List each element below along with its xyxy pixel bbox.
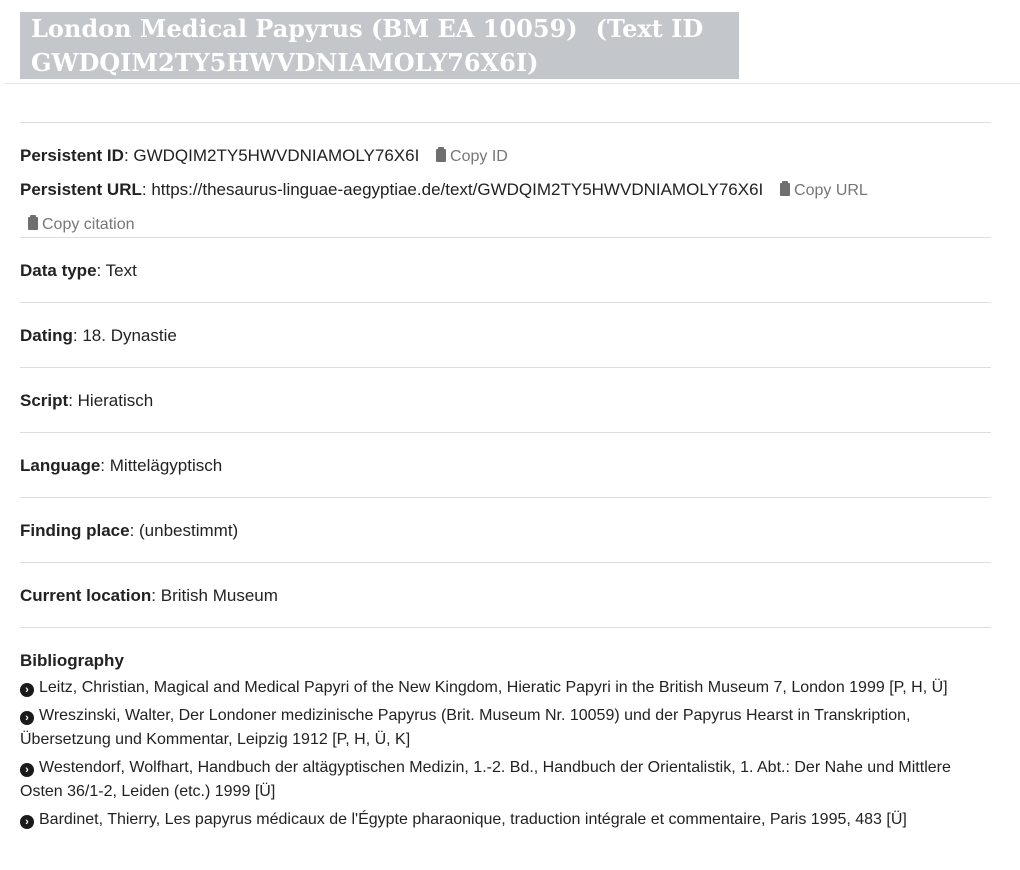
field-label: Dating <box>20 326 73 345</box>
field-dating: Dating: 18. Dynastie <box>20 302 991 367</box>
bibliography-text: Wreszinski, Walter, Der Londoner medizin… <box>20 707 911 748</box>
bibliography-title: Bibliography <box>20 651 124 670</box>
bibliography-item[interactable]: › Westendorf, Wolfhart, Handbuch der altä… <box>20 756 991 804</box>
bibliography-text: Westendorf, Wolfhart, Handbuch der altäg… <box>20 759 951 800</box>
clipboard-icon <box>436 147 447 162</box>
persistent-id-row: Persistent ID: GWDQIM2TY5HWVDNIAMOLY76X6… <box>20 146 508 165</box>
bibliography-text: Leitz, Christian, Magical and Medical Pa… <box>39 679 948 696</box>
persistent-url-value: https://thesaurus-linguae-aegyptiae.de/t… <box>151 180 764 199</box>
bibliography-item[interactable]: › Bardinet, Thierry, Les papyrus médicaux… <box>20 808 991 832</box>
identifier-section: Persistent ID: GWDQIM2TY5HWVDNIAMOLY76X6… <box>20 123 991 237</box>
field-value: 18. Dynastie <box>82 326 177 345</box>
copy-id-button[interactable]: Copy ID <box>436 147 508 165</box>
field-value: Mittelägyptisch <box>109 456 223 475</box>
title-text: London Medical Papyrus (BM EA 10059) <box>31 14 578 43</box>
copy-url-button[interactable]: Copy URL <box>780 181 868 199</box>
metadata-panel: Persistent ID: GWDQIM2TY5HWVDNIAMOLY76X6… <box>20 122 991 836</box>
field-label: Finding place <box>20 521 130 540</box>
persistent-id-value: GWDQIM2TY5HWVDNIAMOLY76X6I <box>133 146 420 165</box>
field-value: Text <box>105 261 137 280</box>
field-finding-place: Finding place: (unbestimmt) <box>20 497 991 562</box>
copy-citation-label: Copy citation <box>42 216 135 233</box>
bibliography-section: Bibliography › Leitz, Christian, Magical … <box>20 627 991 832</box>
arrow-circle-right-icon: › <box>20 763 34 777</box>
persistent-url-row: Persistent URL: https://thesaurus-lingua… <box>20 180 868 199</box>
bibliography-list: › Leitz, Christian, Magical and Medical P… <box>20 676 991 832</box>
bibliography-text: Bardinet, Thierry, Les papyrus médicaux … <box>39 811 907 828</box>
field-data-type: Data type: Text <box>20 237 991 302</box>
field-label: Script <box>20 391 69 410</box>
field-script: Script: Hieratisch <box>20 367 991 432</box>
bibliography-item[interactable]: › Leitz, Christian, Magical and Medical P… <box>20 676 991 700</box>
persistent-url-label: Persistent URL <box>20 180 142 199</box>
field-label: Data type <box>20 261 97 280</box>
field-language: Language: Mittelägyptisch <box>20 432 991 497</box>
field-label: Language <box>20 456 101 475</box>
arrow-circle-right-icon: › <box>20 815 34 829</box>
field-value: British Museum <box>160 586 278 605</box>
copy-url-label: Copy URL <box>794 182 868 199</box>
copy-id-label: Copy ID <box>450 148 508 165</box>
field-value: Hieratisch <box>77 391 154 410</box>
bibliography-item[interactable]: › Wreszinski, Walter, Der Londoner medizi… <box>20 704 991 752</box>
field-label: Current location <box>20 586 152 605</box>
arrow-circle-right-icon: › <box>20 683 34 697</box>
page-title: London Medical Papyrus (BM EA 10059) (Tex… <box>20 12 739 79</box>
clipboard-icon <box>28 215 38 230</box>
copy-citation-button[interactable]: Copy citation <box>28 215 135 233</box>
clipboard-icon <box>780 181 791 196</box>
persistent-id-label: Persistent ID <box>20 146 124 165</box>
field-value: (unbestimmt) <box>139 521 239 540</box>
header-divider <box>4 83 1020 84</box>
field-current-location: Current location: British Museum <box>20 562 991 627</box>
arrow-circle-right-icon: › <box>20 711 34 725</box>
